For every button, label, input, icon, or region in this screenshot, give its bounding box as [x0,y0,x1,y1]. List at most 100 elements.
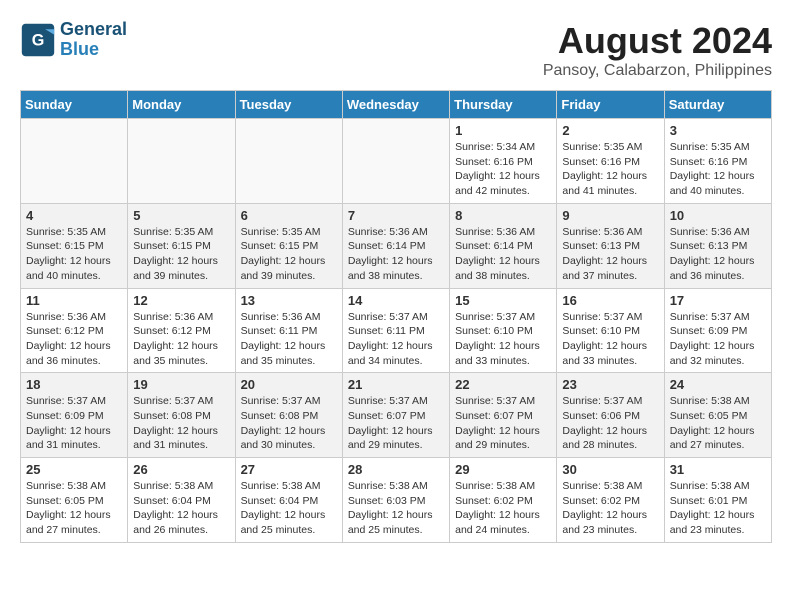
calendar-cell: 26Sunrise: 5:38 AM Sunset: 6:04 PM Dayli… [128,458,235,543]
calendar-cell: 22Sunrise: 5:37 AM Sunset: 6:07 PM Dayli… [450,373,557,458]
day-number: 12 [133,293,229,308]
day-number: 31 [670,462,766,477]
calendar-cell: 17 Sunrise: 5:37 AM Sunset: 6:09 PM Dayli… [664,288,771,373]
logo-icon: G [20,22,56,58]
calendar-cell [128,119,235,204]
day-info: Sunrise: 5:36 AM Sunset: 6:14 PM Dayligh… [348,225,444,284]
day-number: 10 [670,208,766,223]
calendar-table: SundayMondayTuesdayWednesdayThursdayFrid… [20,90,772,543]
calendar-cell [21,119,128,204]
day-number: 30 [562,462,658,477]
calendar-cell: 8 Sunrise: 5:36 AM Sunset: 6:14 PM Daylig… [450,203,557,288]
day-info: Sunrise: 5:37 AM Sunset: 6:11 PM Dayligh… [348,310,444,369]
calendar-week-row: 18Sunrise: 5:37 AM Sunset: 6:09 PM Dayli… [21,373,772,458]
calendar-cell: 20Sunrise: 5:37 AM Sunset: 6:08 PM Dayli… [235,373,342,458]
day-number: 21 [348,377,444,392]
day-info: Sunrise: 5:37 AM Sunset: 6:06 PM Dayligh… [562,394,658,453]
day-info: Sunrise: 5:38 AM Sunset: 6:04 PM Dayligh… [241,479,337,538]
calendar-week-row: 11 Sunrise: 5:36 AM Sunset: 6:12 PM Dayli… [21,288,772,373]
calendar-cell: 16Sunrise: 5:37 AM Sunset: 6:10 PM Dayli… [557,288,664,373]
calendar-cell: 3 Sunrise: 5:35 AM Sunset: 6:16 PM Daylig… [664,119,771,204]
calendar-cell: 24 Sunrise: 5:38 AM Sunset: 6:05 PM Dayli… [664,373,771,458]
day-number: 1 [455,123,551,138]
day-info: Sunrise: 5:36 AM Sunset: 6:14 PM Dayligh… [455,225,551,284]
day-info: Sunrise: 5:35 AM Sunset: 6:15 PM Dayligh… [133,225,229,284]
day-number: 23 [562,377,658,392]
calendar-title: August 2024 [543,20,772,62]
day-number: 20 [241,377,337,392]
day-info: Sunrise: 5:38 AM Sunset: 6:01 PM Dayligh… [670,479,766,538]
calendar-cell: 11 Sunrise: 5:36 AM Sunset: 6:12 PM Dayli… [21,288,128,373]
logo-line2: Blue [60,40,127,60]
day-number: 15 [455,293,551,308]
calendar-cell: 1 Sunrise: 5:34 AM Sunset: 6:16 PM Daylig… [450,119,557,204]
day-info: Sunrise: 5:38 AM Sunset: 6:05 PM Dayligh… [26,479,122,538]
day-info: Sunrise: 5:38 AM Sunset: 6:05 PM Dayligh… [670,394,766,453]
day-info: Sunrise: 5:36 AM Sunset: 6:11 PM Dayligh… [241,310,337,369]
day-number: 7 [348,208,444,223]
title-block: August 2024 Pansoy, Calabarzon, Philippi… [543,20,772,80]
day-number: 4 [26,208,122,223]
calendar-cell: 25 Sunrise: 5:38 AM Sunset: 6:05 PM Dayli… [21,458,128,543]
day-info: Sunrise: 5:37 AM Sunset: 6:09 PM Dayligh… [670,310,766,369]
day-info: Sunrise: 5:34 AM Sunset: 6:16 PM Dayligh… [455,140,551,199]
calendar-cell: 14 Sunrise: 5:37 AM Sunset: 6:11 PM Dayli… [342,288,449,373]
day-info: Sunrise: 5:35 AM Sunset: 6:16 PM Dayligh… [562,140,658,199]
day-info: Sunrise: 5:36 AM Sunset: 6:13 PM Dayligh… [670,225,766,284]
day-number: 2 [562,123,658,138]
logo: G General Blue [20,20,127,60]
calendar-week-row: 1 Sunrise: 5:34 AM Sunset: 6:16 PM Daylig… [21,119,772,204]
calendar-cell: 23 Sunrise: 5:37 AM Sunset: 6:06 PM Dayli… [557,373,664,458]
day-number: 13 [241,293,337,308]
day-info: Sunrise: 5:35 AM Sunset: 6:15 PM Dayligh… [26,225,122,284]
day-number: 22 [455,377,551,392]
day-info: Sunrise: 5:35 AM Sunset: 6:16 PM Dayligh… [670,140,766,199]
day-number: 11 [26,293,122,308]
calendar-cell: 13 Sunrise: 5:36 AM Sunset: 6:11 PM Dayli… [235,288,342,373]
calendar-cell: 2 Sunrise: 5:35 AM Sunset: 6:16 PM Daylig… [557,119,664,204]
weekday-header-row: SundayMondayTuesdayWednesdayThursdayFrid… [21,91,772,119]
weekday-header-thursday: Thursday [450,91,557,119]
calendar-cell [342,119,449,204]
day-number: 27 [241,462,337,477]
day-number: 14 [348,293,444,308]
day-number: 3 [670,123,766,138]
calendar-cell: 12 Sunrise: 5:36 AM Sunset: 6:12 PM Dayli… [128,288,235,373]
calendar-week-row: 25 Sunrise: 5:38 AM Sunset: 6:05 PM Dayli… [21,458,772,543]
day-info: Sunrise: 5:37 AM Sunset: 6:07 PM Dayligh… [348,394,444,453]
calendar-cell: 29Sunrise: 5:38 AM Sunset: 6:02 PM Dayli… [450,458,557,543]
weekday-header-wednesday: Wednesday [342,91,449,119]
calendar-header: SundayMondayTuesdayWednesdayThursdayFrid… [21,91,772,119]
day-info: Sunrise: 5:38 AM Sunset: 6:03 PM Dayligh… [348,479,444,538]
day-number: 6 [241,208,337,223]
calendar-cell [235,119,342,204]
calendar-cell: 30 Sunrise: 5:38 AM Sunset: 6:02 PM Dayli… [557,458,664,543]
day-info: Sunrise: 5:36 AM Sunset: 6:12 PM Dayligh… [133,310,229,369]
day-number: 17 [670,293,766,308]
weekday-header-saturday: Saturday [664,91,771,119]
day-number: 5 [133,208,229,223]
calendar-cell: 9Sunrise: 5:36 AM Sunset: 6:13 PM Daylig… [557,203,664,288]
calendar-cell: 27 Sunrise: 5:38 AM Sunset: 6:04 PM Dayli… [235,458,342,543]
day-info: Sunrise: 5:37 AM Sunset: 6:10 PM Dayligh… [562,310,658,369]
calendar-cell: 31 Sunrise: 5:38 AM Sunset: 6:01 PM Dayli… [664,458,771,543]
day-number: 25 [26,462,122,477]
day-number: 19 [133,377,229,392]
day-info: Sunrise: 5:37 AM Sunset: 6:08 PM Dayligh… [133,394,229,453]
calendar-week-row: 4 Sunrise: 5:35 AM Sunset: 6:15 PM Daylig… [21,203,772,288]
calendar-cell: 10 Sunrise: 5:36 AM Sunset: 6:13 PM Dayli… [664,203,771,288]
calendar-cell: 5 Sunrise: 5:35 AM Sunset: 6:15 PM Daylig… [128,203,235,288]
day-info: Sunrise: 5:35 AM Sunset: 6:15 PM Dayligh… [241,225,337,284]
calendar-cell: 7 Sunrise: 5:36 AM Sunset: 6:14 PM Daylig… [342,203,449,288]
day-info: Sunrise: 5:38 AM Sunset: 6:02 PM Dayligh… [562,479,658,538]
day-info: Sunrise: 5:36 AM Sunset: 6:12 PM Dayligh… [26,310,122,369]
day-number: 8 [455,208,551,223]
day-number: 29 [455,462,551,477]
day-info: Sunrise: 5:37 AM Sunset: 6:09 PM Dayligh… [26,394,122,453]
logo-line1: General [60,20,127,40]
calendar-cell: 19 Sunrise: 5:37 AM Sunset: 6:08 PM Dayli… [128,373,235,458]
day-info: Sunrise: 5:36 AM Sunset: 6:13 PM Dayligh… [562,225,658,284]
weekday-header-friday: Friday [557,91,664,119]
day-number: 24 [670,377,766,392]
weekday-header-monday: Monday [128,91,235,119]
